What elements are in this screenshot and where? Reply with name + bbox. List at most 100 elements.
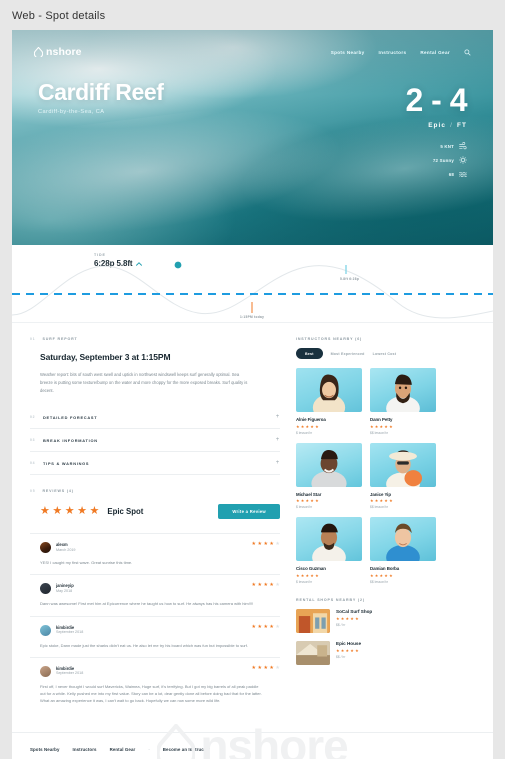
- spot-location: Cardiff-by-the-Sea, CA: [38, 109, 105, 116]
- rental-shops-section: RENTAL SHOPS NEARBY (2) SoCal Surf Shop: [296, 598, 436, 666]
- plus-icon[interactable]: +: [276, 460, 280, 466]
- nav-item-rental-gear[interactable]: Rental Gear: [420, 50, 450, 55]
- tide-curve: [12, 261, 493, 319]
- instructor-meta: $$ lesson/hr: [370, 580, 388, 585]
- instructor-name: Michael Star: [296, 491, 322, 497]
- write-review-button[interactable]: Write a Review: [218, 504, 280, 520]
- star-icon: ★: [77, 505, 87, 518]
- star-icon: ★: [296, 572, 300, 578]
- star-icon: ★: [370, 423, 374, 429]
- accordion-number: 03: [30, 438, 36, 443]
- star-icon: ★: [310, 423, 315, 429]
- person-portrait: [312, 374, 346, 412]
- footer-link-instructors[interactable]: Instructors: [73, 747, 97, 752]
- hero-body: Cardiff Reef Cardiff-by-the-Sea, CA 2 - …: [12, 80, 493, 184]
- star-icon: ★: [251, 664, 257, 671]
- left-column: 01 SURF REPORT Saturday, September 3 at …: [30, 337, 280, 712]
- footer-link-rental-gear[interactable]: Rental Gear: [110, 747, 136, 752]
- condition-water: 68: [343, 170, 467, 178]
- condition-wind: 5 KNT: [343, 142, 467, 150]
- star-icon: ★: [296, 498, 300, 504]
- star-icon-empty: ★: [275, 582, 280, 589]
- star-icon: ★: [257, 582, 263, 589]
- star-icon: ★: [305, 498, 310, 504]
- review-stars: ★ ★ ★ ★ ★: [251, 664, 280, 671]
- instructor-meta: $$ lesson/hr: [370, 505, 388, 510]
- filter-best[interactable]: Best: [296, 348, 323, 359]
- instructor-card[interactable]: Alnie Figueroa ★ ★ ★ ★ ★ $ lesson/hr: [296, 368, 362, 435]
- review-date: March 2019: [56, 547, 76, 552]
- instructor-card[interactable]: Damian Borba ★ ★ ★ ★ ★ $$ lesson/hr: [370, 517, 436, 584]
- star-icon: ★: [305, 423, 310, 429]
- surf-report-heading: 01 SURF REPORT: [30, 337, 280, 343]
- star-icon: ★: [374, 572, 379, 578]
- wave-quality: Epic: [428, 122, 447, 129]
- search-icon[interactable]: [464, 48, 471, 56]
- reviews-heading: 05 REVIEWS (4): [30, 489, 280, 495]
- sun-icon: [459, 156, 467, 164]
- instructor-photo: [296, 368, 362, 412]
- plus-icon[interactable]: +: [276, 437, 280, 443]
- person-portrait: [386, 374, 420, 412]
- rating-label: Epic Spot: [107, 507, 144, 517]
- accordion-item-tips-warnings[interactable]: 04 TIPS & WARNINGS +: [30, 452, 280, 476]
- shop-meta: $$ / hr: [336, 622, 346, 627]
- instructor-card[interactable]: Janice Yip ★ ★ ★ ★ ★ $$ lesson/hr: [370, 442, 436, 510]
- accordion-item-detailed-forecast[interactable]: 02 DETAILED FORECAST +: [30, 406, 280, 430]
- footer-link-become-instructor[interactable]: Become an Instructor: [163, 747, 210, 752]
- surf-report-body: Weather report: bits of south west swell…: [40, 372, 248, 393]
- star-icon: ★: [350, 615, 355, 621]
- star-icon: ★: [340, 647, 345, 653]
- accordion-item-break-information[interactable]: 03 BREAK INFORMATION +: [30, 429, 280, 453]
- instructor-card[interactable]: Cisco Guzman ★ ★ ★ ★ ★ $ lesson/hr: [296, 517, 362, 584]
- shop-stars: ★ ★ ★ ★ ★: [336, 615, 372, 621]
- instructor-card[interactable]: Michael Star ★ ★ ★ ★ ★ $ lesson/hr: [296, 442, 362, 509]
- logo[interactable]: nshore: [34, 46, 82, 58]
- star-icon: ★: [350, 647, 355, 653]
- wave-unit: FT: [456, 122, 467, 129]
- shop-item[interactable]: Epic House ★ ★ ★ ★ ★ $$ / hr: [296, 641, 436, 666]
- star-icon: ★: [300, 423, 305, 429]
- nav-item-instructors[interactable]: Instructors: [379, 50, 407, 55]
- instructor-stars: ★ ★ ★ ★ ★: [296, 423, 362, 429]
- accordion-label: TIPS & WARNINGS: [43, 460, 90, 466]
- star-icon: ★: [355, 647, 359, 653]
- star-icon-empty: ★: [275, 541, 280, 548]
- shop-item[interactable]: SoCal Surf Shop ★ ★ ★ ★ ★ $$ / hr: [296, 609, 436, 634]
- review-item: janineyip May 2018 ★ ★ ★ ★ ★ Dann was aw…: [30, 574, 280, 615]
- star-icon: ★: [389, 572, 393, 578]
- instructor-name: Damian Borba: [370, 566, 400, 572]
- plus-icon[interactable]: +: [276, 414, 280, 420]
- star-icon: ★: [296, 423, 300, 429]
- instructor-card[interactable]: Dann Petty ★ ★ ★ ★ ★ $$ lesson/hr: [370, 368, 436, 435]
- navbar: nshore Spots Nearby Instructors Rental G…: [12, 46, 493, 58]
- star-icon: ★: [263, 664, 269, 671]
- tide-chart: TIDE 6:28p 5.8ft 5.8ft 6:28p 1:15PM toda…: [12, 245, 493, 323]
- instructors-grid: Alnie Figueroa ★ ★ ★ ★ ★ $ lesson/hr Dan…: [296, 368, 436, 584]
- shop-photo: [296, 641, 330, 666]
- footer: Spots Nearby Instructors Rental Gear - B…: [12, 732, 493, 752]
- star-icon: ★: [379, 498, 384, 504]
- star-icon: ★: [269, 582, 275, 589]
- star-icon: ★: [315, 572, 319, 578]
- star-icon: ★: [257, 541, 263, 548]
- reviews-number: 05: [30, 489, 36, 494]
- footer-separator: -: [148, 747, 150, 753]
- accordion: 02 DETAILED FORECAST + 03 BREAK INFORMAT…: [30, 406, 280, 476]
- star-icon: ★: [370, 572, 374, 578]
- star-icon: ★: [336, 647, 340, 653]
- surf-report-label: SURF REPORT: [42, 337, 78, 341]
- filter-most-experienced[interactable]: Most Experienced: [331, 352, 365, 356]
- star-icon: ★: [310, 572, 315, 578]
- review-date: May 2018: [56, 589, 73, 593]
- avatar: [40, 583, 51, 595]
- tide-now-label: 1:15PM today: [240, 315, 265, 319]
- condition-temp: 72 Sunny: [343, 156, 467, 164]
- instructor-name: Dann Petty: [370, 417, 393, 422]
- hero-section: nshore Spots Nearby Instructors Rental G…: [12, 30, 493, 245]
- instructor-stars: ★ ★ ★ ★ ★: [370, 498, 436, 504]
- filter-lowest-cost[interactable]: Lowest Cost: [373, 352, 397, 356]
- footer-link-spots-nearby[interactable]: Spots Nearby: [30, 747, 60, 752]
- star-icon: ★: [64, 505, 75, 518]
- nav-item-spots-nearby[interactable]: Spots Nearby: [331, 50, 365, 55]
